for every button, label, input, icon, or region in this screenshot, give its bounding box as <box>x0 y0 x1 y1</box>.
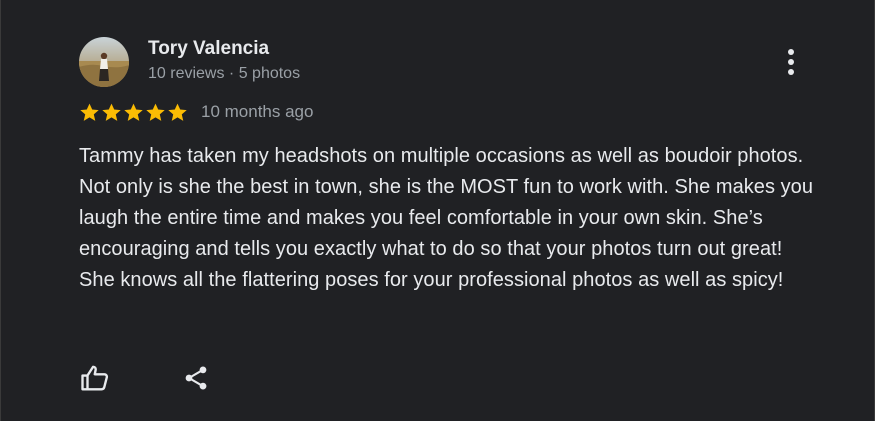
rating-row: 10 months ago <box>79 99 313 125</box>
reviewer-meta: 10 reviews · 5 photos <box>148 65 301 82</box>
share-button[interactable] <box>179 361 213 395</box>
more-vert-icon-dot <box>788 69 794 75</box>
more-vert-icon-dot <box>788 59 794 65</box>
review-card: Tory Valencia 10 reviews · 5 photos 10 m… <box>0 0 875 421</box>
more-vert-icon-dot <box>788 49 794 55</box>
review-text: Tammy has taken my headshots on multiple… <box>79 145 814 291</box>
star-rating <box>79 102 189 123</box>
review-date: 10 months ago <box>201 102 314 121</box>
thumb-up-icon <box>81 365 109 391</box>
reviewer-name[interactable]: Tory Valencia <box>148 38 269 60</box>
star-icon <box>80 103 99 121</box>
star-icon <box>168 103 187 121</box>
avatar-photo <box>79 37 129 87</box>
star-icon <box>102 103 121 121</box>
like-button[interactable] <box>78 361 112 395</box>
star-icon <box>146 103 165 121</box>
reviewer-avatar[interactable] <box>79 37 129 87</box>
share-icon <box>185 366 207 390</box>
star-icon <box>124 103 143 121</box>
more-options-button[interactable] <box>775 44 807 80</box>
